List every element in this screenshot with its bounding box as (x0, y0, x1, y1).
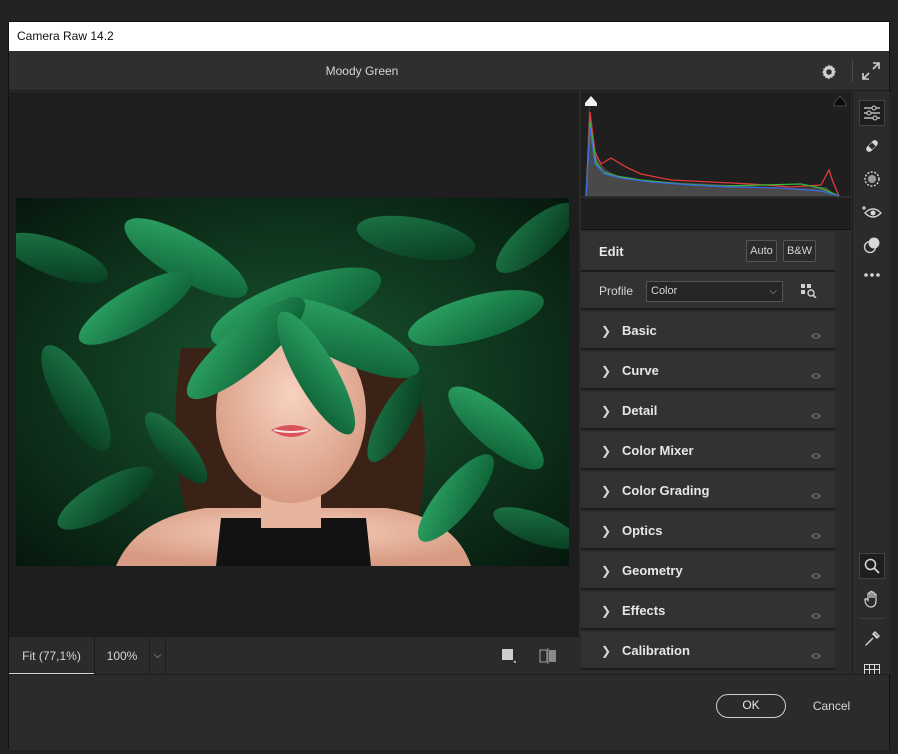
section-label: Optics (622, 523, 663, 538)
chevron-right-icon: ❯ (601, 564, 612, 578)
header-bar: Moody Green (9, 51, 889, 91)
zoom-100-button[interactable]: 100% (94, 637, 149, 675)
edit-header: Edit Auto B&W (581, 232, 835, 272)
auto-button[interactable]: Auto (746, 240, 777, 262)
chevron-right-icon: ❯ (601, 484, 612, 498)
section-label: Color Mixer (622, 443, 694, 458)
section-effects[interactable]: ❯ Effects (581, 592, 835, 630)
eye-icon[interactable] (810, 367, 822, 379)
dialog-footer: OK Cancel (9, 674, 889, 750)
profile-browser-icon[interactable] (801, 284, 817, 299)
profile-label: Profile (599, 284, 634, 298)
section-geometry[interactable]: ❯ Geometry (581, 552, 835, 590)
cancel-button[interactable]: Cancel (804, 694, 859, 718)
edit-sliders-icon[interactable] (859, 100, 885, 126)
panel-scrollbar[interactable] (835, 232, 851, 674)
view-bottom-bar: Fit (77,1%) 100% ⌵ (9, 636, 579, 675)
masking-icon[interactable] (859, 166, 885, 192)
section-curve[interactable]: ❯ Curve (581, 352, 835, 390)
more-icon[interactable] (859, 262, 885, 288)
profile-row: Profile Color ⌵ (581, 272, 835, 310)
single-view-icon[interactable] (502, 649, 517, 664)
section-calibration[interactable]: ❯ Calibration (581, 632, 835, 670)
eye-icon[interactable] (810, 567, 822, 579)
histogram (581, 92, 851, 230)
chevron-right-icon: ❯ (601, 364, 612, 378)
shadow-clipping-icon[interactable] (584, 94, 598, 106)
healing-bandage-icon[interactable] (859, 133, 885, 159)
chevron-right-icon: ❯ (601, 404, 612, 418)
section-color-grading[interactable]: ❯ Color Grading (581, 472, 835, 510)
section-label: Curve (622, 363, 659, 378)
zoom-icon[interactable] (859, 553, 885, 579)
section-label: Geometry (622, 563, 683, 578)
document-title: Moody Green (325, 64, 399, 78)
hand-icon[interactable] (859, 586, 885, 612)
section-detail[interactable]: ❯ Detail (581, 392, 835, 430)
eye-icon[interactable] (810, 487, 822, 499)
image-canvas[interactable] (9, 92, 579, 636)
profile-value: Color (651, 285, 678, 297)
woman-with-green-leaves-photo (16, 198, 569, 566)
eye-icon[interactable] (810, 607, 822, 619)
section-label: Effects (622, 603, 666, 618)
zoom-fit-button[interactable]: Fit (77,1%) (9, 637, 94, 675)
color-sampler-icon[interactable] (859, 626, 885, 652)
section-label: Detail (622, 403, 658, 418)
chevron-right-icon: ❯ (601, 604, 612, 618)
fullscreen-icon[interactable] (861, 61, 881, 81)
eye-icon[interactable] (810, 407, 822, 419)
section-label: Color Grading (622, 483, 710, 498)
eye-icon[interactable] (810, 527, 822, 539)
chevron-right-icon: ❯ (601, 644, 612, 658)
section-color-mixer[interactable]: ❯ Color Mixer (581, 432, 835, 470)
eye-icon[interactable] (810, 447, 822, 459)
profile-select[interactable]: Color ⌵ (646, 281, 783, 302)
chevron-right-icon: ❯ (601, 324, 612, 338)
highlight-clipping-icon[interactable] (833, 94, 847, 107)
section-label: Basic (622, 323, 657, 338)
section-optics[interactable]: ❯ Optics (581, 512, 835, 550)
bw-button[interactable]: B&W (783, 240, 816, 262)
ok-button[interactable]: OK (716, 694, 786, 718)
edit-panel: Edit Auto B&W Profile Color ⌵ ❯ Basic ❯ Cur… (581, 232, 835, 674)
red-eye-icon[interactable] (859, 199, 885, 225)
chevron-down-icon: ⌵ (769, 286, 777, 297)
chevron-right-icon: ❯ (601, 444, 612, 458)
window-title: Camera Raw 14.2 (9, 22, 889, 51)
right-toolbar (852, 92, 890, 680)
toolbar-separator (859, 618, 885, 619)
edit-heading: Edit (599, 244, 624, 259)
camera-raw-window: Camera Raw 14.2 Moody Green Fit (77,1%) … (8, 21, 890, 750)
presets-icon[interactable] (859, 232, 885, 258)
zoom-dropdown-icon[interactable]: ⌵ (149, 637, 166, 675)
chevron-right-icon: ❯ (601, 524, 612, 538)
before-after-icon[interactable] (539, 648, 557, 664)
eye-icon[interactable] (810, 647, 822, 659)
section-label: Calibration (622, 643, 690, 658)
gear-icon[interactable] (820, 63, 838, 81)
header-separator (852, 60, 853, 82)
eye-icon[interactable] (810, 327, 822, 339)
section-basic[interactable]: ❯ Basic (581, 312, 835, 350)
